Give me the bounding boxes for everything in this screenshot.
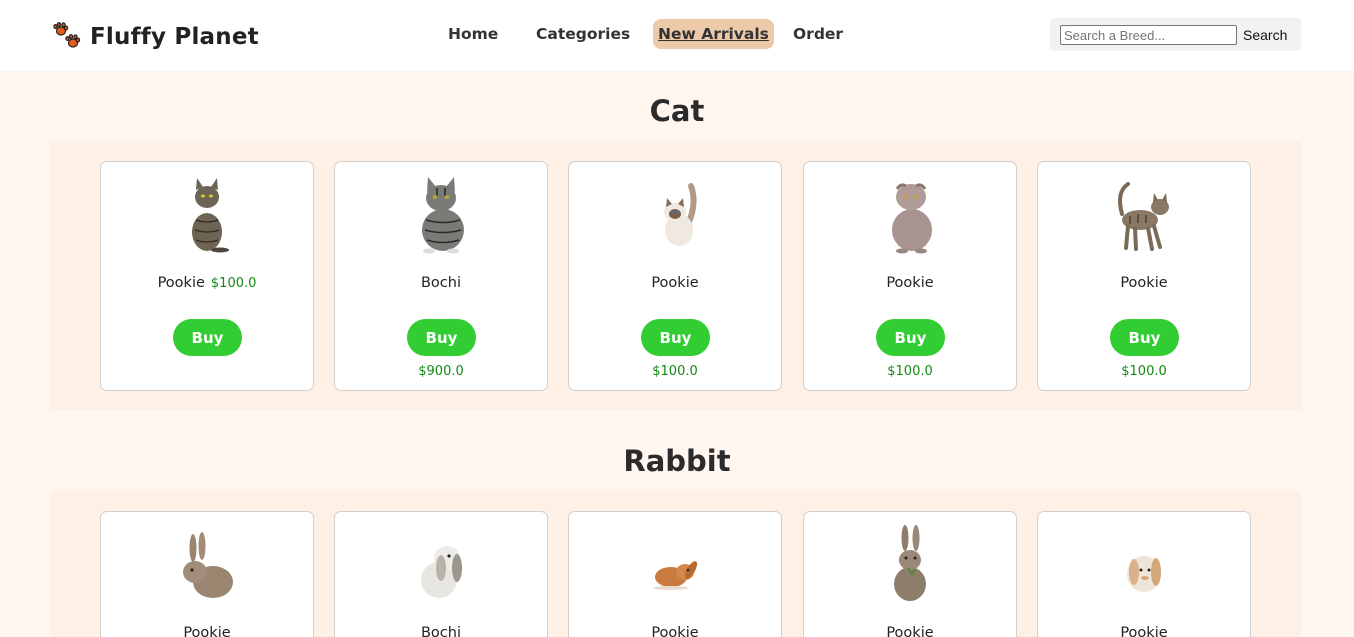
pet-price: $900.0 xyxy=(418,364,464,379)
buy-button[interactable]: Buy xyxy=(641,319,710,356)
buy-button[interactable]: Buy xyxy=(876,319,945,356)
buy-button[interactable]: Buy xyxy=(407,319,476,356)
pet-name: Pookie xyxy=(651,275,699,291)
product-card[interactable]: Pookie Buy $100.0 xyxy=(1037,161,1251,391)
nav-new-arrivals[interactable]: New Arrivals xyxy=(653,19,774,49)
buy-button[interactable]: Buy xyxy=(1110,319,1179,356)
product-card[interactable]: Pookie xyxy=(568,511,782,637)
cat-image xyxy=(192,178,229,253)
rabbit-image xyxy=(894,525,926,601)
pet-price-inline: $100.0 xyxy=(210,276,257,291)
rabbit-image xyxy=(421,546,462,598)
pet-name: Pookie $100.0 xyxy=(101,275,313,291)
buy-button[interactable]: Buy xyxy=(173,319,242,356)
product-card[interactable]: Pookie $100.0 Buy xyxy=(100,161,314,391)
pet-price: $100.0 xyxy=(887,364,933,379)
rabbit-image xyxy=(653,561,698,590)
search-input[interactable] xyxy=(1060,25,1237,45)
cat-image xyxy=(1118,182,1169,251)
nav-home[interactable]: Home xyxy=(448,19,498,49)
cat-image xyxy=(892,183,932,254)
pet-name: Pookie xyxy=(1120,625,1168,637)
pet-name: Pookie xyxy=(651,625,699,637)
product-card[interactable]: Pookie Buy $100.0 xyxy=(803,161,1017,391)
pet-name: Bochi xyxy=(420,275,461,291)
pet-name: Pookie xyxy=(886,275,934,291)
rabbit-image xyxy=(1127,556,1161,592)
nav-categories[interactable]: Categories xyxy=(536,19,630,49)
product-card[interactable]: Pookie Buy $100.0 xyxy=(568,161,782,391)
product-card[interactable]: Bochi xyxy=(334,511,548,637)
product-card[interactable]: Pookie xyxy=(100,511,314,637)
pet-name: Pookie xyxy=(886,625,934,637)
pet-name-text: Pookie xyxy=(157,275,205,291)
nav-order[interactable]: Order xyxy=(793,19,843,49)
cat-image xyxy=(664,183,697,246)
search-bar: Search xyxy=(1050,18,1301,51)
cat-image xyxy=(422,177,464,254)
pet-name: Pookie xyxy=(1120,275,1168,291)
pet-price: $100.0 xyxy=(652,364,698,379)
product-card[interactable]: Pookie xyxy=(803,511,1017,637)
product-card[interactable]: Pookie xyxy=(1037,511,1251,637)
pet-name: Pookie xyxy=(183,625,231,637)
section-title-rabbit: Rabbit xyxy=(623,444,731,478)
section-title-cat: Cat xyxy=(649,94,705,128)
pet-name: Bochi xyxy=(420,625,461,637)
rabbit-image xyxy=(183,532,233,598)
pet-price: $100.0 xyxy=(1121,364,1167,379)
site-header: Fluffy Planet Home Categories New Arriva… xyxy=(0,0,1354,71)
search-button[interactable]: Search xyxy=(1240,24,1290,46)
product-card[interactable]: Bochi Buy $900.0 xyxy=(334,161,548,391)
